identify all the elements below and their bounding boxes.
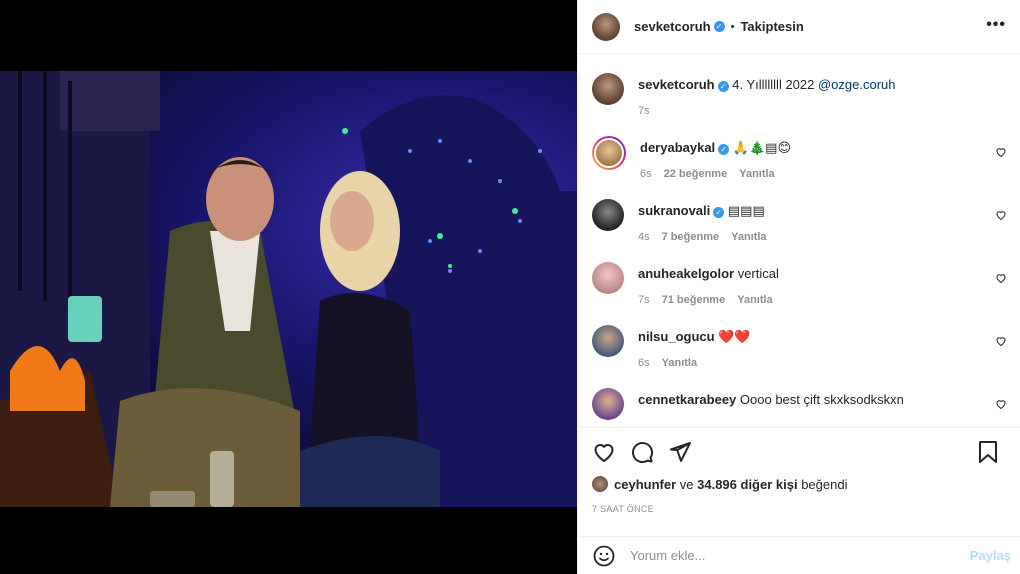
reply-button[interactable]: Yanıtla — [662, 357, 697, 369]
comment-like-heart-icon[interactable] — [995, 398, 1007, 410]
post-actions: ceyhunfer ve 34.896 diğer kişi beğendi 7… — [578, 427, 1020, 514]
post-timestamp[interactable]: 7 SAAT ÖNCE — [592, 504, 1007, 514]
likes-count[interactable]: 34.896 diğer kişi — [697, 477, 797, 492]
comment-likes[interactable]: 22 beğenme — [664, 168, 728, 180]
likes-summary: ceyhunfer ve 34.896 diğer kişi beğendi — [592, 476, 1007, 492]
comment-text: vertical — [737, 266, 779, 281]
verified-badge-icon: ✓ — [713, 21, 725, 32]
comment-text: 🙏🎄▤😊 — [732, 140, 792, 155]
comment-text: ❤️❤️ — [718, 329, 751, 344]
action-icons — [592, 428, 1007, 476]
separator-dot: • — [730, 20, 735, 33]
comment-row: deryabaykal ✓ 🙏🎄▤😊 6s 22 beğenme Yanıtla — [592, 136, 1007, 183]
comment-body: sukranovali ✓ ▤▤▤ 4s 7 beğenme Yanıtla — [638, 199, 779, 246]
comment-like-heart-icon[interactable] — [995, 146, 1007, 158]
liker-avatar[interactable] — [592, 476, 608, 492]
comment-text: Oooo best çift skxksodkskxn — [739, 392, 904, 407]
add-comment-bar: Paylaş — [578, 536, 1020, 574]
caption-username[interactable]: sevketcoruh — [638, 77, 715, 92]
caption-meta: 7s — [638, 103, 896, 120]
post-header: sevketcoruh ✓ • Takiptesin ••• — [578, 0, 1020, 54]
more-options-icon[interactable]: ••• — [986, 16, 1006, 34]
comment-body: anuheakelgolor vertical 7s 71 beğenme Yanı… — [638, 262, 785, 309]
author-username[interactable]: sevketcoruh — [634, 19, 711, 34]
caption-avatar[interactable] — [592, 73, 624, 105]
post-sidebar: sevketcoruh ✓ • Takiptesin ••• sevketcor… — [577, 0, 1020, 574]
comment-username[interactable]: nilsu_ogucu — [638, 329, 715, 344]
caption-time[interactable]: 7s — [638, 105, 650, 117]
comment-body: cennetkarabeey Oooo best çift skxksodksk… — [638, 388, 904, 420]
comments-list[interactable]: sevketcoruh ✓ 4. Yıllllllll 2022 @ozge.co… — [578, 55, 1020, 427]
liker-username[interactable]: ceyhunfer — [614, 477, 676, 492]
comment-time[interactable]: 7s — [638, 294, 650, 306]
verified-badge-icon: ✓ — [713, 207, 725, 218]
reply-button[interactable]: Yanıtla — [739, 168, 774, 180]
likes-connector: ve — [679, 476, 694, 492]
media-panel — [0, 0, 577, 574]
comment-likes[interactable]: 71 beğenme — [662, 294, 726, 306]
reply-button[interactable]: Yanıtla — [737, 294, 772, 306]
comment-avatar-story[interactable] — [592, 136, 626, 170]
comment-meta: 6s 22 beğenme Yanıtla — [640, 166, 791, 183]
author-avatar[interactable] — [592, 12, 620, 41]
comment-time[interactable]: 6s — [638, 357, 650, 369]
comment-likes[interactable]: 7 beğenme — [662, 231, 719, 243]
comment-input[interactable] — [630, 548, 950, 563]
comment-body: deryabaykal ✓ 🙏🎄▤😊 6s 22 beğenme Yanıtla — [640, 136, 791, 183]
share-send-icon[interactable] — [668, 440, 692, 464]
comment-meta: 6s Yanıtla — [638, 355, 751, 372]
verified-badge-icon: ✓ — [717, 81, 729, 92]
reply-button[interactable]: Yanıtla — [731, 231, 766, 243]
comment-avatar[interactable] — [592, 262, 624, 294]
post-comment-button[interactable]: Paylaş — [970, 548, 1011, 563]
comment-bubble-icon[interactable] — [630, 440, 654, 464]
comment-username[interactable]: sukranovali — [638, 203, 710, 218]
comment-row: anuheakelgolor vertical 7s 71 beğenme Yanı… — [592, 262, 1007, 309]
comment-avatar[interactable] — [592, 199, 624, 231]
post-dialog: sevketcoruh ✓ • Takiptesin ••• sevketcor… — [0, 0, 1020, 574]
comment-like-heart-icon[interactable] — [995, 209, 1007, 221]
comment-body: nilsu_ogucu ❤️❤️ 6s Yanıtla — [638, 325, 751, 372]
photo-scene — [0, 71, 577, 507]
comment-like-heart-icon[interactable] — [995, 335, 1007, 347]
comment-time[interactable]: 6s — [640, 168, 652, 180]
save-bookmark-icon[interactable] — [977, 440, 999, 464]
comment-avatar[interactable] — [592, 388, 624, 420]
caption-text: 4. Yıllllllll 2022 — [732, 77, 815, 92]
comment-username[interactable]: cennetkarabeey — [638, 392, 736, 407]
comment-row: nilsu_ogucu ❤️❤️ 6s Yanıtla — [592, 325, 1007, 372]
comment-row: sukranovali ✓ ▤▤▤ 4s 7 beğenme Yanıtla — [592, 199, 1007, 246]
comment-meta: 7s 71 beğenme Yanıtla — [638, 292, 785, 309]
comment-text: ▤▤▤ — [727, 203, 765, 218]
verified-badge-icon: ✓ — [718, 144, 730, 155]
comment-time[interactable]: 4s — [638, 231, 650, 243]
emoji-smiley-icon[interactable] — [592, 544, 616, 568]
comment-avatar[interactable] — [592, 325, 624, 357]
like-heart-icon[interactable] — [592, 440, 616, 464]
post-photo[interactable] — [0, 71, 577, 507]
comment-username[interactable]: deryabaykal — [640, 140, 715, 155]
comment-username[interactable]: anuheakelgolor — [638, 266, 734, 281]
follow-status[interactable]: Takiptesin — [740, 19, 803, 34]
comment-like-heart-icon[interactable] — [995, 272, 1007, 284]
comment-meta: 4s 7 beğenme Yanıtla — [638, 229, 779, 246]
caption-mention[interactable]: @ozge.coruh — [818, 77, 896, 92]
caption-row: sevketcoruh ✓ 4. Yıllllllll 2022 @ozge.co… — [592, 73, 1007, 120]
likes-suffix: beğendi — [801, 476, 848, 492]
comment-row: cennetkarabeey Oooo best çift skxksodksk… — [592, 388, 1007, 420]
caption-body: sevketcoruh ✓ 4. Yıllllllll 2022 @ozge.co… — [638, 73, 896, 120]
